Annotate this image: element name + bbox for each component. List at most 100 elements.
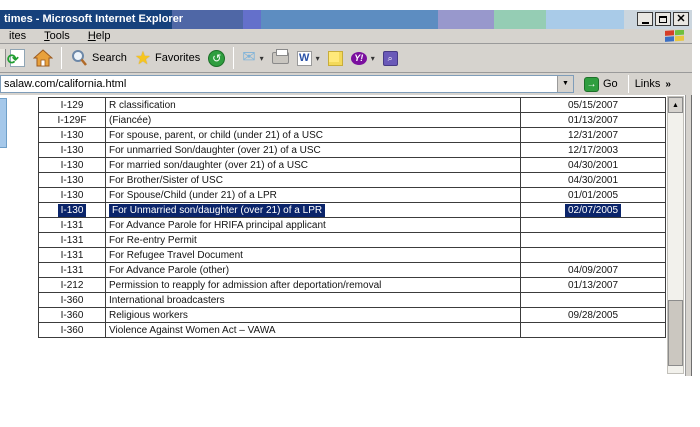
mail-button[interactable]: ✉ ▾ — [238, 45, 267, 71]
go-label: Go — [603, 78, 618, 90]
address-input[interactable]: salaw.com/california.html ▼ — [0, 75, 574, 93]
description-cell: For Refugee Travel Document — [106, 248, 521, 263]
form-cell: I-129 — [39, 98, 106, 113]
yahoo-icon: Y! — [351, 52, 367, 65]
menu-item-help[interactable]: Help — [79, 29, 120, 44]
table-row: I-130For Brother/Sister of USC04/30/2001 — [39, 173, 666, 188]
window-right-frame — [685, 95, 692, 376]
table-row: I-131For Refugee Travel Document — [39, 248, 666, 263]
edit-with-word-button[interactable]: W ▾ — [293, 45, 324, 71]
address-url: salaw.com/california.html — [4, 78, 126, 90]
window-title: times - Microsoft Internet Explorer — [4, 13, 183, 25]
scroll-up-arrow-icon: ▲ — [672, 102, 679, 109]
favorites-button[interactable]: ★ Favorites — [131, 45, 204, 71]
notes-button[interactable] — [324, 45, 347, 71]
description-cell: For Spouse/Child (under 21) of a LPR — [106, 188, 521, 203]
scroll-up-button[interactable]: ▲ — [668, 97, 683, 113]
form-cell: I-360 — [39, 323, 106, 338]
refresh-icon: ⟳ — [10, 49, 25, 67]
sticky-note-icon — [328, 51, 343, 66]
table-row: I-360Religious workers09/28/2005 — [39, 308, 666, 323]
companion-button[interactable]: ⌕ — [379, 45, 402, 71]
table-row: I-130For Unmarried son/daughter (over 21… — [39, 203, 666, 218]
search-icon — [70, 49, 88, 67]
date-cell: 04/30/2001 — [521, 158, 666, 173]
close-button[interactable]: ✕ — [673, 12, 689, 26]
description-cell: Permission to reapply for admission afte… — [106, 278, 521, 293]
windows-logo-icon — [664, 30, 686, 46]
date-cell: 12/17/2003 — [521, 143, 666, 158]
cropped-page-element — [0, 98, 7, 148]
date-cell: 04/30/2001 — [521, 173, 666, 188]
table-row: I-130For unmarried Son/daughter (over 21… — [39, 143, 666, 158]
vertical-scrollbar[interactable]: ▲ — [667, 96, 684, 374]
date-cell — [521, 323, 666, 338]
description-cell: For unmarried Son/daughter (over 21) of … — [106, 143, 521, 158]
table-row: I-129F(Fiancée)01/13/2007 — [39, 113, 666, 128]
companion-icon: ⌕ — [383, 51, 398, 66]
title-bar: times - Microsoft Internet Explorer ✕ — [0, 10, 692, 29]
address-bar: salaw.com/california.html ▼ → Go Links » — [0, 73, 692, 95]
description-cell: For spouse, parent, or child (under 21) … — [106, 128, 521, 143]
links-label[interactable]: Links — [635, 78, 661, 90]
form-cell: I-129F — [39, 113, 106, 128]
word-icon: W — [297, 51, 312, 66]
processing-table-body: I-129R classification05/15/2007I-129F(Fi… — [39, 98, 666, 338]
menu-bar: itesToolsHelp — [0, 29, 692, 44]
date-cell — [521, 233, 666, 248]
home-button[interactable] — [29, 45, 57, 71]
table-row: I-130For married son/daughter (over 21) … — [39, 158, 666, 173]
history-button[interactable]: ↺ — [204, 45, 229, 71]
description-cell: (Fiancée) — [106, 113, 521, 128]
date-cell: 01/13/2007 — [521, 113, 666, 128]
date-cell — [521, 293, 666, 308]
description-cell: R classification — [106, 98, 521, 113]
processing-times-table: I-129R classification05/15/2007I-129F(Fi… — [38, 97, 666, 338]
mail-icon: ✉ — [242, 51, 255, 65]
form-cell: I-131 — [39, 218, 106, 233]
links-chevron-icon[interactable]: » — [665, 79, 671, 90]
description-cell: For Brother/Sister of USC — [106, 173, 521, 188]
form-cell: I-130 — [39, 128, 106, 143]
menu-item-ites[interactable]: ites — [0, 29, 35, 44]
description-cell: For Advance Parole (other) — [106, 263, 521, 278]
description-cell: For Re-entry Permit — [106, 233, 521, 248]
form-cell: I-130 — [39, 158, 106, 173]
yahoo-dropdown-icon: ▾ — [371, 54, 375, 63]
address-dropdown-button[interactable]: ▼ — [557, 76, 573, 92]
description-cell: For married son/daughter (over 21) of a … — [106, 158, 521, 173]
toolbar: ⟳ Search ★ Favorites ↺ — [0, 44, 692, 73]
ie-window-screenshot: times - Microsoft Internet Explorer ✕ it… — [0, 0, 700, 427]
form-cell: I-360 — [39, 308, 106, 323]
table-row: I-212Permission to reapply for admission… — [39, 278, 666, 293]
maximize-icon — [659, 16, 667, 23]
form-cell: I-131 — [39, 248, 106, 263]
date-cell: 04/09/2007 — [521, 263, 666, 278]
date-cell: 01/01/2005 — [521, 188, 666, 203]
go-button[interactable]: → Go — [580, 76, 622, 93]
table-row: I-360International broadcasters — [39, 293, 666, 308]
table-row: I-131For Advance Parole (other)04/09/200… — [39, 263, 666, 278]
maximize-button[interactable] — [655, 12, 671, 26]
refresh-button[interactable]: ⟳ — [6, 45, 29, 71]
form-cell: I-131 — [39, 263, 106, 278]
favorites-star-icon: ★ — [135, 50, 151, 66]
scrollbar-thumb[interactable] — [668, 300, 683, 366]
search-button[interactable]: Search — [66, 45, 131, 71]
date-cell: 01/13/2007 — [521, 278, 666, 293]
yahoo-button[interactable]: Y! ▾ — [347, 45, 379, 71]
favorites-label: Favorites — [155, 52, 200, 64]
form-cell: I-130 — [39, 143, 106, 158]
browser-window: times - Microsoft Internet Explorer ✕ it… — [0, 10, 692, 376]
table-row: I-131For Re-entry Permit — [39, 233, 666, 248]
table-row: I-130For spouse, parent, or child (under… — [39, 128, 666, 143]
description-cell: International broadcasters — [106, 293, 521, 308]
table-row: I-129R classification05/15/2007 — [39, 98, 666, 113]
minimize-button[interactable] — [637, 12, 653, 26]
description-cell: For Unmarried son/daughter (over 21) of … — [106, 203, 521, 218]
print-icon — [272, 52, 289, 64]
form-cell: I-131 — [39, 233, 106, 248]
menu-item-tools[interactable]: Tools — [35, 29, 79, 44]
form-cell: I-130 — [39, 203, 106, 218]
print-button[interactable] — [268, 45, 293, 71]
